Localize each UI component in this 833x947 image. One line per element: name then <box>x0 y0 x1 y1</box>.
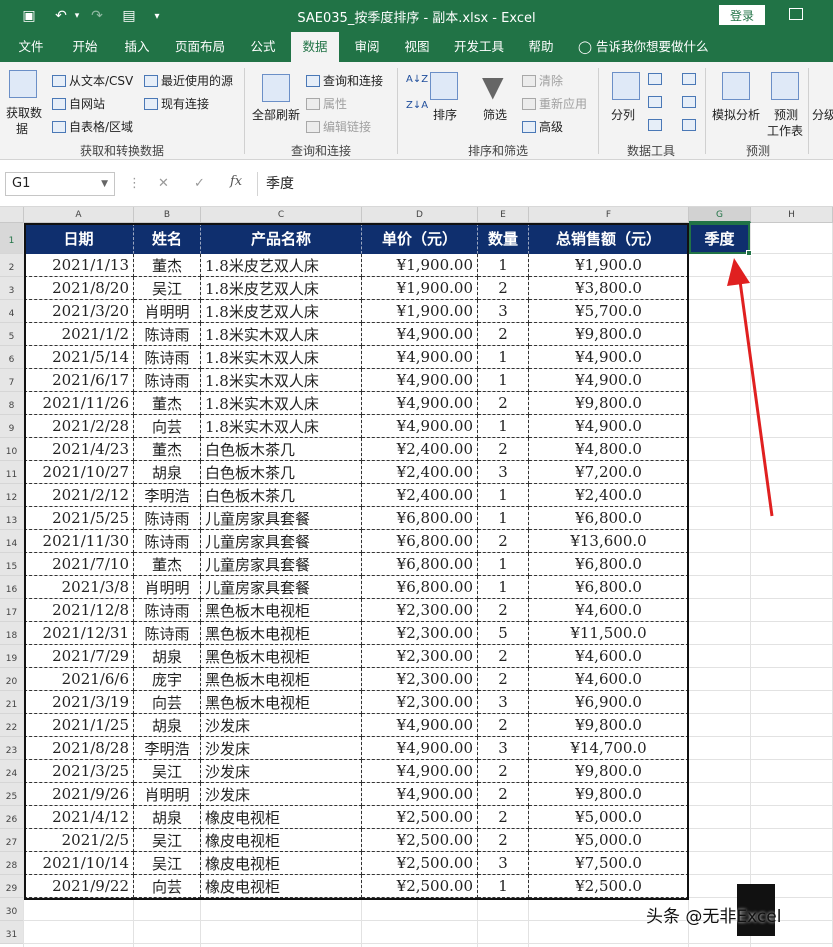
arrow-shaft <box>738 280 774 517</box>
watermark-text: 头条 @无非Excel <box>646 907 782 927</box>
arrow-head <box>727 258 750 286</box>
annotation-arrow <box>727 258 774 517</box>
